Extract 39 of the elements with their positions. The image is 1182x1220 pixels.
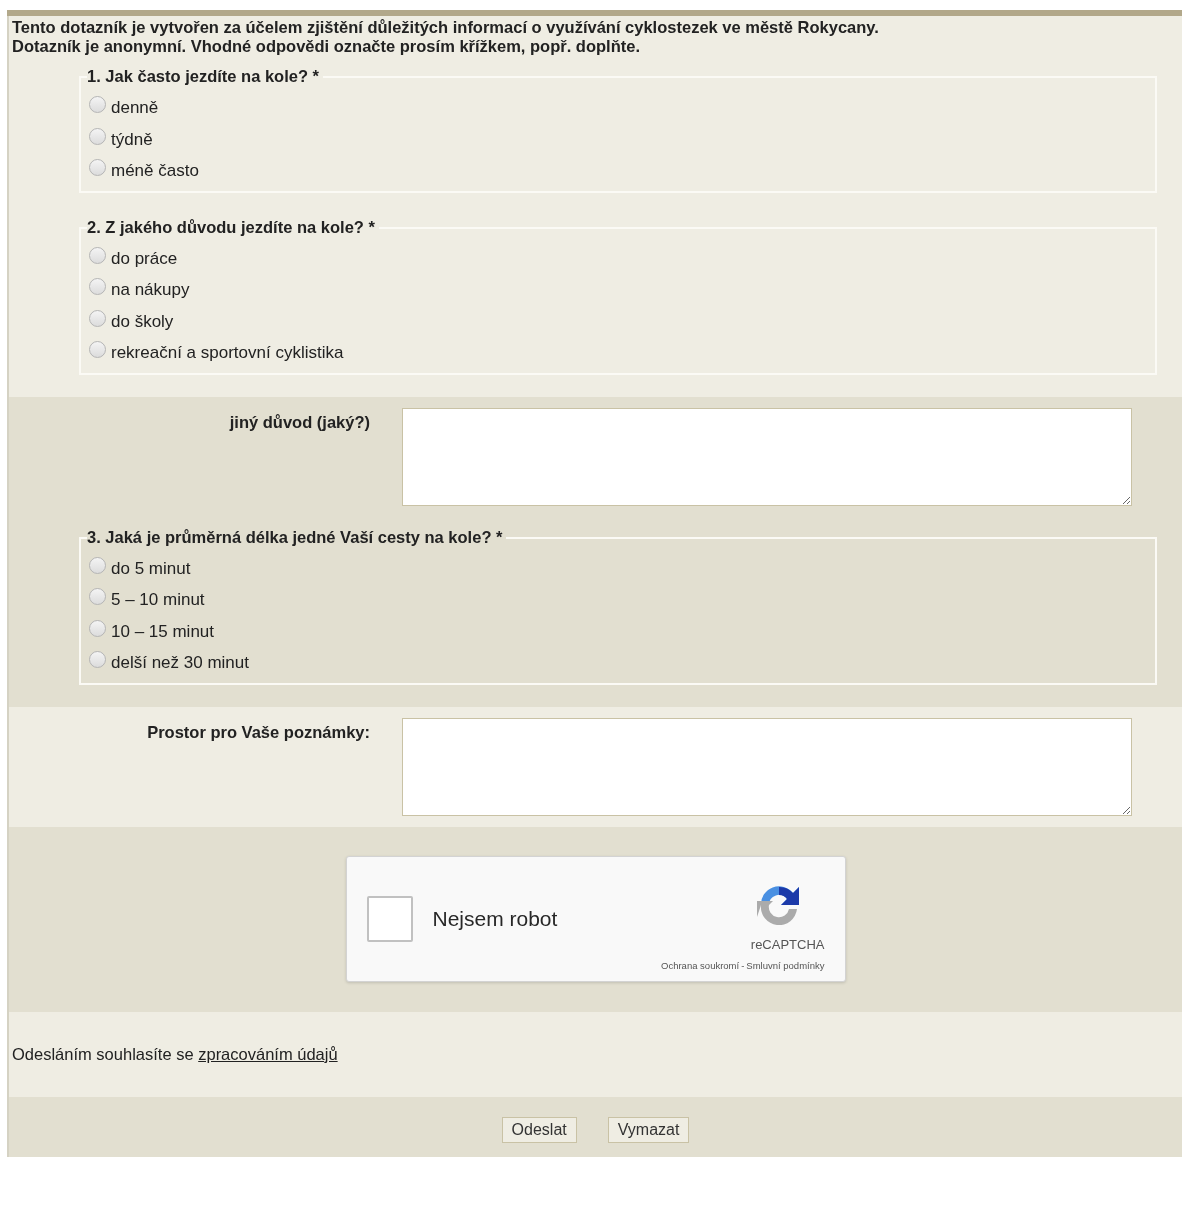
privacy-link[interactable]: Ochrana soukromí (661, 958, 740, 973)
option-label: do 5 minut (111, 557, 191, 580)
reason-textarea[interactable] (402, 407, 1132, 506)
radio-button[interactable] (89, 246, 106, 264)
radio-button[interactable] (89, 309, 106, 327)
intro-text: Tento dotazník je vytvořen za účelem zjištění důležitých informací o využívání cyklostezek ve městě Rokycany. Dotazník je anonymní. Vhodné odpovědi označte prosím křížkem, popř. doplňte. (11, 17, 880, 56)
question-title: 2. Z jakého důvodu jezdíte na kole? * (87, 216, 379, 237)
form-button[interactable]: Vymazat (607, 1116, 690, 1143)
radio-button[interactable] (89, 159, 106, 177)
radio-button[interactable] (89, 96, 106, 114)
option-label: rekreační a sportovní cyklistika (111, 342, 344, 364)
option-label: delší než 30 minut (111, 652, 249, 674)
option-label: do školy (111, 310, 174, 333)
captcha-label: Nejsem robot (432, 906, 558, 933)
option-label: 5 – 10 minut (111, 589, 205, 611)
terms-link[interactable]: Smluvní podmínky (746, 958, 825, 973)
radio-button[interactable] (89, 556, 106, 574)
field-label: jiný důvod (jaký?) (228, 411, 370, 433)
radio-button[interactable] (89, 127, 106, 145)
option-label: denně (111, 97, 159, 119)
option-label: méně často (111, 160, 199, 182)
radio-button[interactable] (89, 619, 106, 637)
consent-text: Odesláním souhlasíte se zpracováním údajů (12, 1043, 338, 1065)
option-label: týdně (111, 128, 153, 151)
captcha-brand: reCAPTCHA (750, 936, 825, 955)
field-label: Prostor pro Vaše poznámky: (146, 721, 370, 743)
form-button[interactable]: Odeslat (501, 1116, 577, 1143)
notes-textarea[interactable] (402, 717, 1132, 816)
question-title: 3. Jaká je průměrná délka jedné Vaší cesty na kole? * (87, 526, 507, 547)
option-label: 10 – 15 minut (111, 620, 214, 643)
radio-button[interactable] (89, 278, 106, 296)
option-label: do práce (111, 247, 178, 270)
radio-button[interactable] (89, 588, 106, 606)
radio-button[interactable] (89, 341, 106, 359)
radio-button[interactable] (89, 651, 106, 669)
option-label: na nákupy (111, 279, 190, 301)
link-separator: - (741, 958, 745, 973)
captcha-checkbox[interactable] (366, 896, 413, 942)
consent-link[interactable]: zpracováním údajů (198, 1044, 338, 1063)
